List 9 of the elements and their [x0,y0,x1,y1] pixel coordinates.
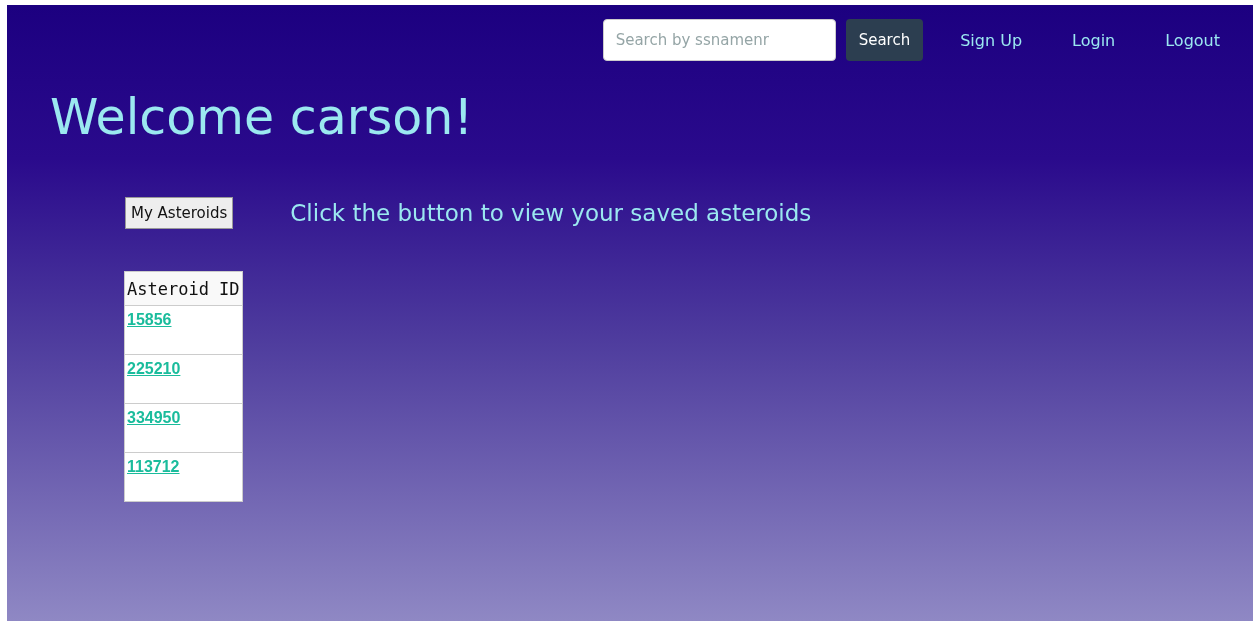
nav-link[interactable]: Sign Up [947,30,1036,50]
my-asteroids-button[interactable]: My Asteroids [125,197,234,229]
column-header: Asteroid ID [124,271,243,306]
nav-link[interactable]: Logout [1152,30,1233,50]
nav-link[interactable]: Login [1059,30,1129,50]
search-button[interactable]: Search [845,19,924,61]
search-field[interactable]: Search by ssnamenr [602,19,836,61]
welcome-heading: Welcome carson! [50,89,475,148]
hint-text: Click the button to view your saved asteroids [290,200,812,226]
